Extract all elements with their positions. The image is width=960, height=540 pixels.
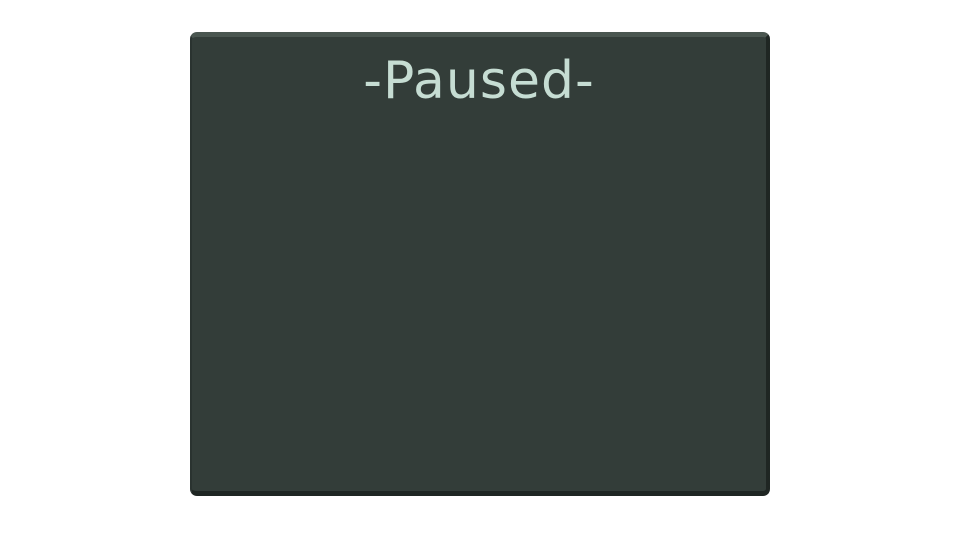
pause-menu-panel: -Paused- bbox=[190, 32, 770, 496]
game-screen: -Paused- bbox=[0, 0, 960, 540]
pause-menu-title: -Paused- bbox=[363, 51, 595, 111]
